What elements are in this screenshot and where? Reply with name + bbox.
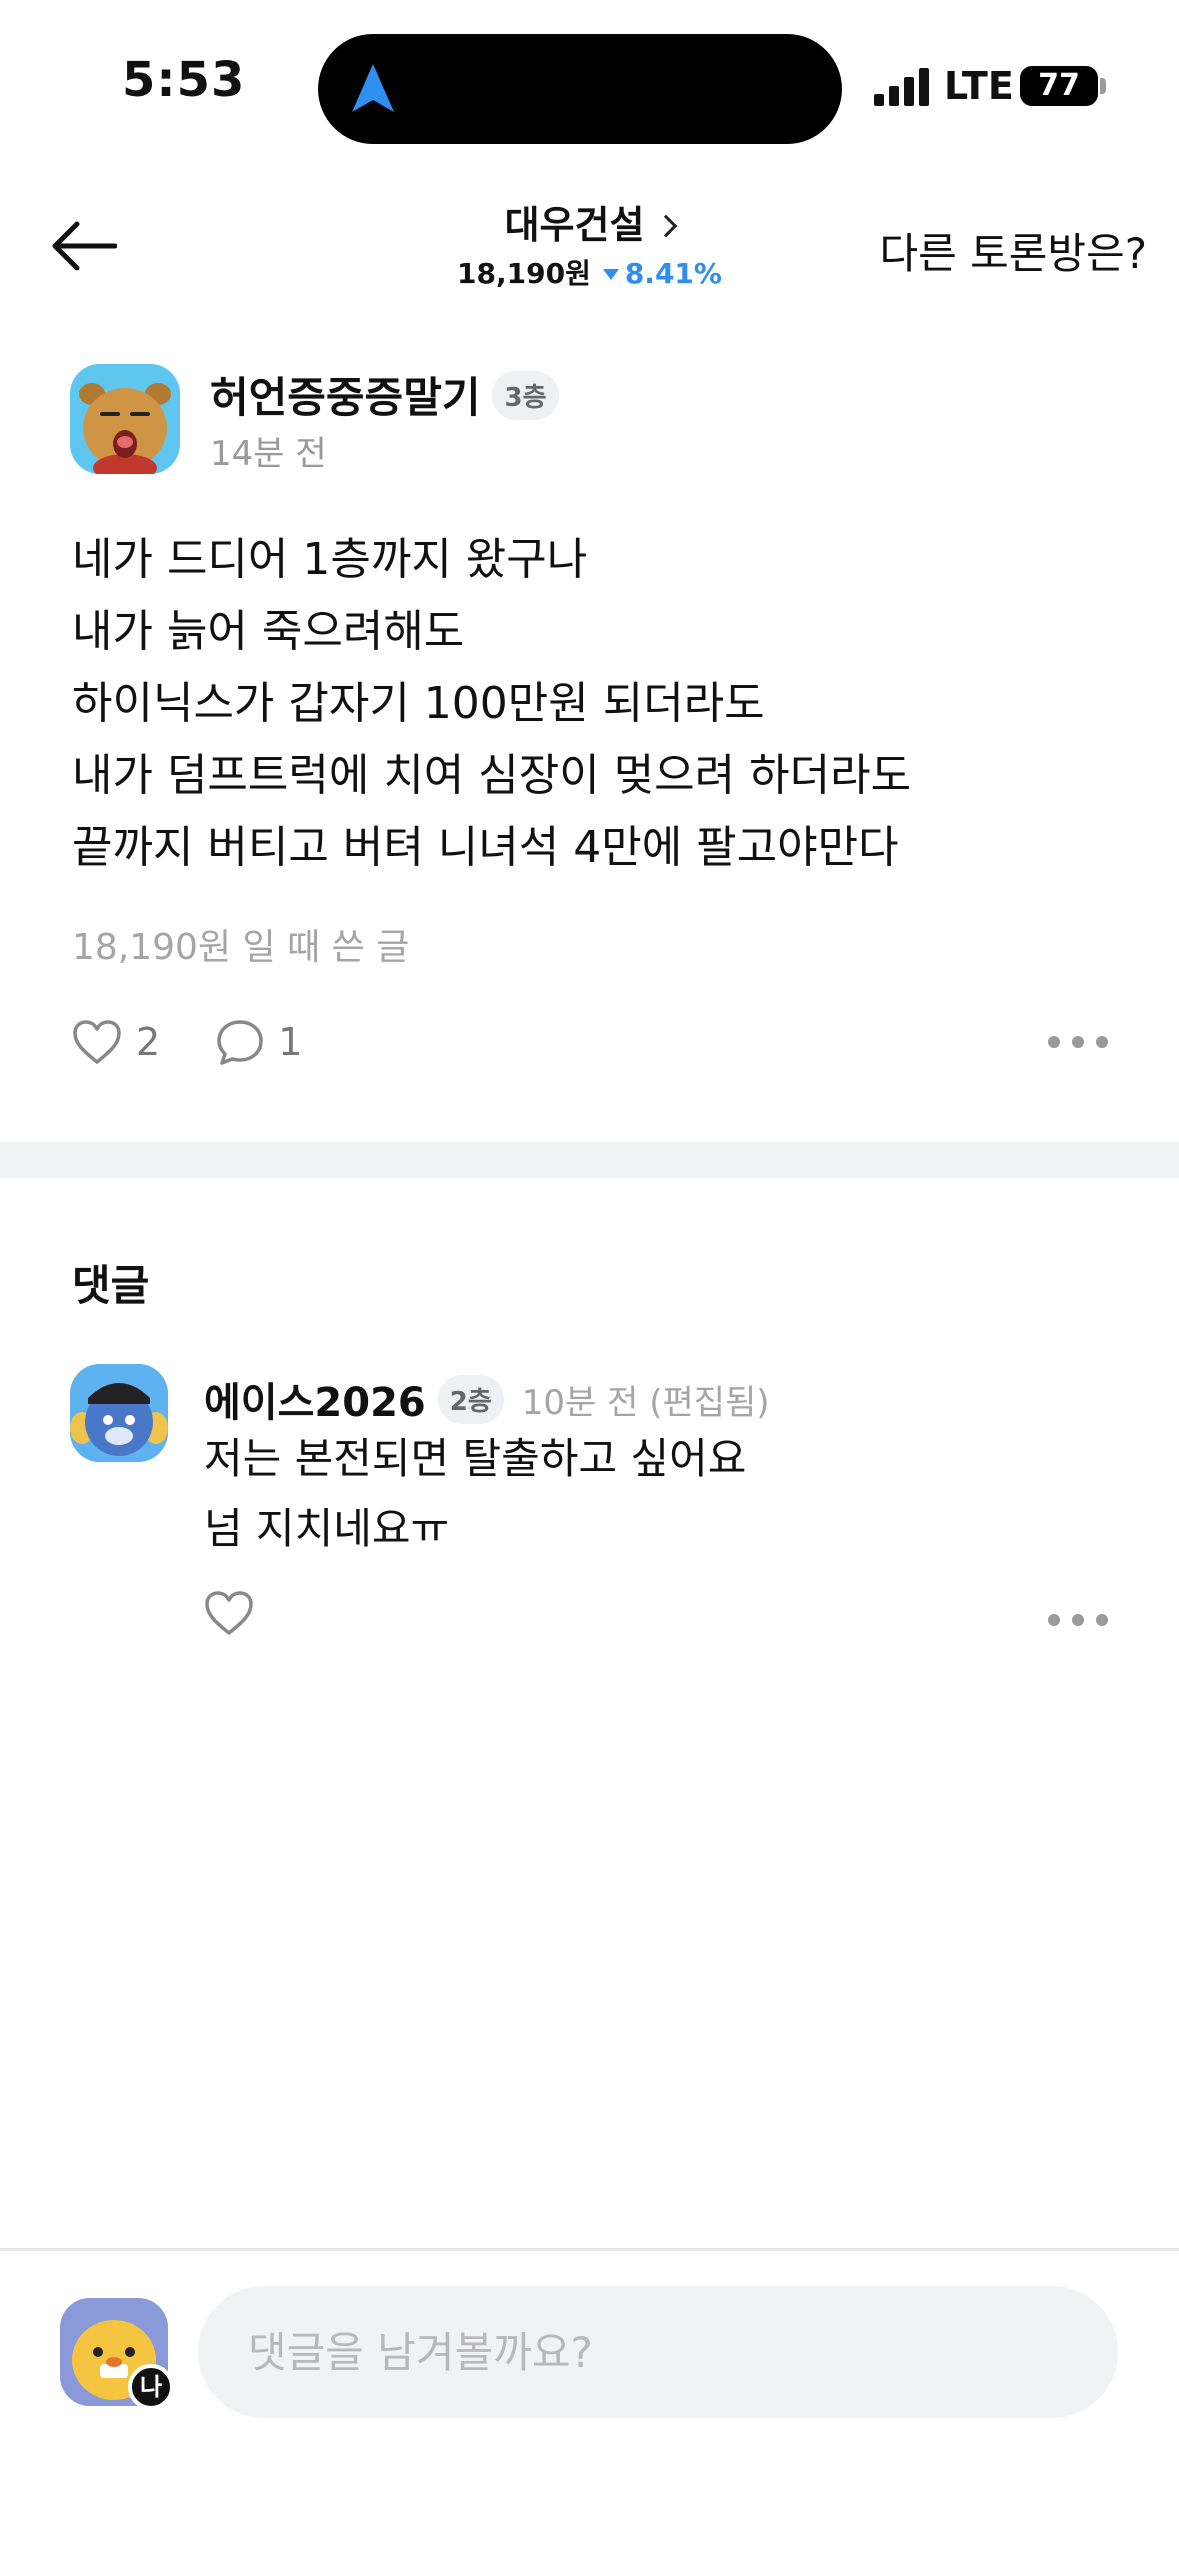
floor-badge: 2층 [437,1374,504,1424]
post-line: 하이닉스가 갑자기 100만원 되더라도 [72,678,765,729]
cat-character-icon [70,1364,168,1462]
speech-bubble-icon [217,1020,263,1065]
section-divider [0,1142,1179,1178]
post-more-button[interactable] [1048,1032,1108,1052]
more-dot [1096,1614,1108,1626]
post-line: 내가 늙어 죽으려해도 [72,606,465,657]
stock-name: 대우건설 [504,203,645,247]
input-bar-divider [0,2248,1179,2251]
like-count: 2 [136,1020,161,1064]
post-actions: 2 1 [72,1010,358,1074]
more-dot [1072,1614,1084,1626]
dynamic-island [318,34,842,144]
post-line: 네가 드디어 1층까지 왔구나 [72,534,588,585]
chevron-right-icon [655,214,678,238]
comment-time: 10분 전 (편집됨) [521,1382,770,1423]
more-dot [1048,1036,1060,1048]
more-dot [1096,1036,1108,1048]
heart-icon [73,1020,121,1064]
status-time: 5:53 [122,52,246,108]
comments-title: 댓글 [72,1261,150,1310]
status-bar: 5:53 LTE 77 [0,0,1179,170]
post-written-price: 18,190원 일 때 쓴 글 [72,927,410,968]
comment-button[interactable]: 1 [216,1019,302,1065]
like-button[interactable]: 2 [72,1019,160,1065]
me-badge: 나 [128,2364,174,2410]
post-author-name: 허언증중증말기 [210,373,481,422]
price-change: 8.41% [624,257,722,290]
comment-line: 저는 본전되면 탈출하고 싶어요 [204,1434,747,1483]
location-arrow-icon [352,64,394,112]
post-author[interactable]: 허언증중증말기 3층 [210,364,559,426]
comment-header: 에이스2026 2층 10분 전 (편집됨) [204,1370,770,1428]
down-triangle-icon [602,269,619,280]
comment-author[interactable]: 에이스2026 [204,1370,426,1428]
battery-icon: 77 [1020,66,1098,106]
other-rooms-link[interactable]: 다른 토론방은? [880,220,1147,281]
stock-price: 18,190원 [457,257,591,290]
comment-input[interactable] [198,2286,1118,2418]
battery-cap [1100,78,1106,94]
ryan-character-icon [70,364,180,474]
cellular-signal-icon [874,68,929,106]
more-dot [1048,1614,1060,1626]
author-avatar[interactable] [70,364,180,474]
post-line: 내가 덤프트럭에 치여 심장이 멎으려 하더라도 [72,750,912,801]
heart-icon [205,1591,253,1635]
post-time: 14분 전 [210,434,327,474]
network-type: LTE [944,64,1014,108]
battery-level: 77 [1038,68,1080,103]
comment-body: 저는 본전되면 탈출하고 싶어요 넘 지치네요ㅠ [204,1424,746,1564]
floor-badge: 3층 [492,371,559,420]
post-line: 끝까지 버티고 버텨 니녀석 4만에 팔고야만다 [72,822,899,873]
commenter-avatar[interactable] [70,1364,168,1462]
header: 대우건설 18,190원 8.41% 다른 토론방은? [0,180,1179,310]
comment-line: 넘 지치네요ㅠ [204,1504,450,1553]
comment-count: 1 [278,1020,303,1064]
more-dot [1072,1036,1084,1048]
comment-like-button[interactable] [204,1590,254,1640]
comment-more-button[interactable] [1048,1610,1108,1630]
post-body: 네가 드디어 1층까지 왔구나 내가 늙어 죽으려해도 하이닉스가 갑자기 10… [72,524,911,884]
